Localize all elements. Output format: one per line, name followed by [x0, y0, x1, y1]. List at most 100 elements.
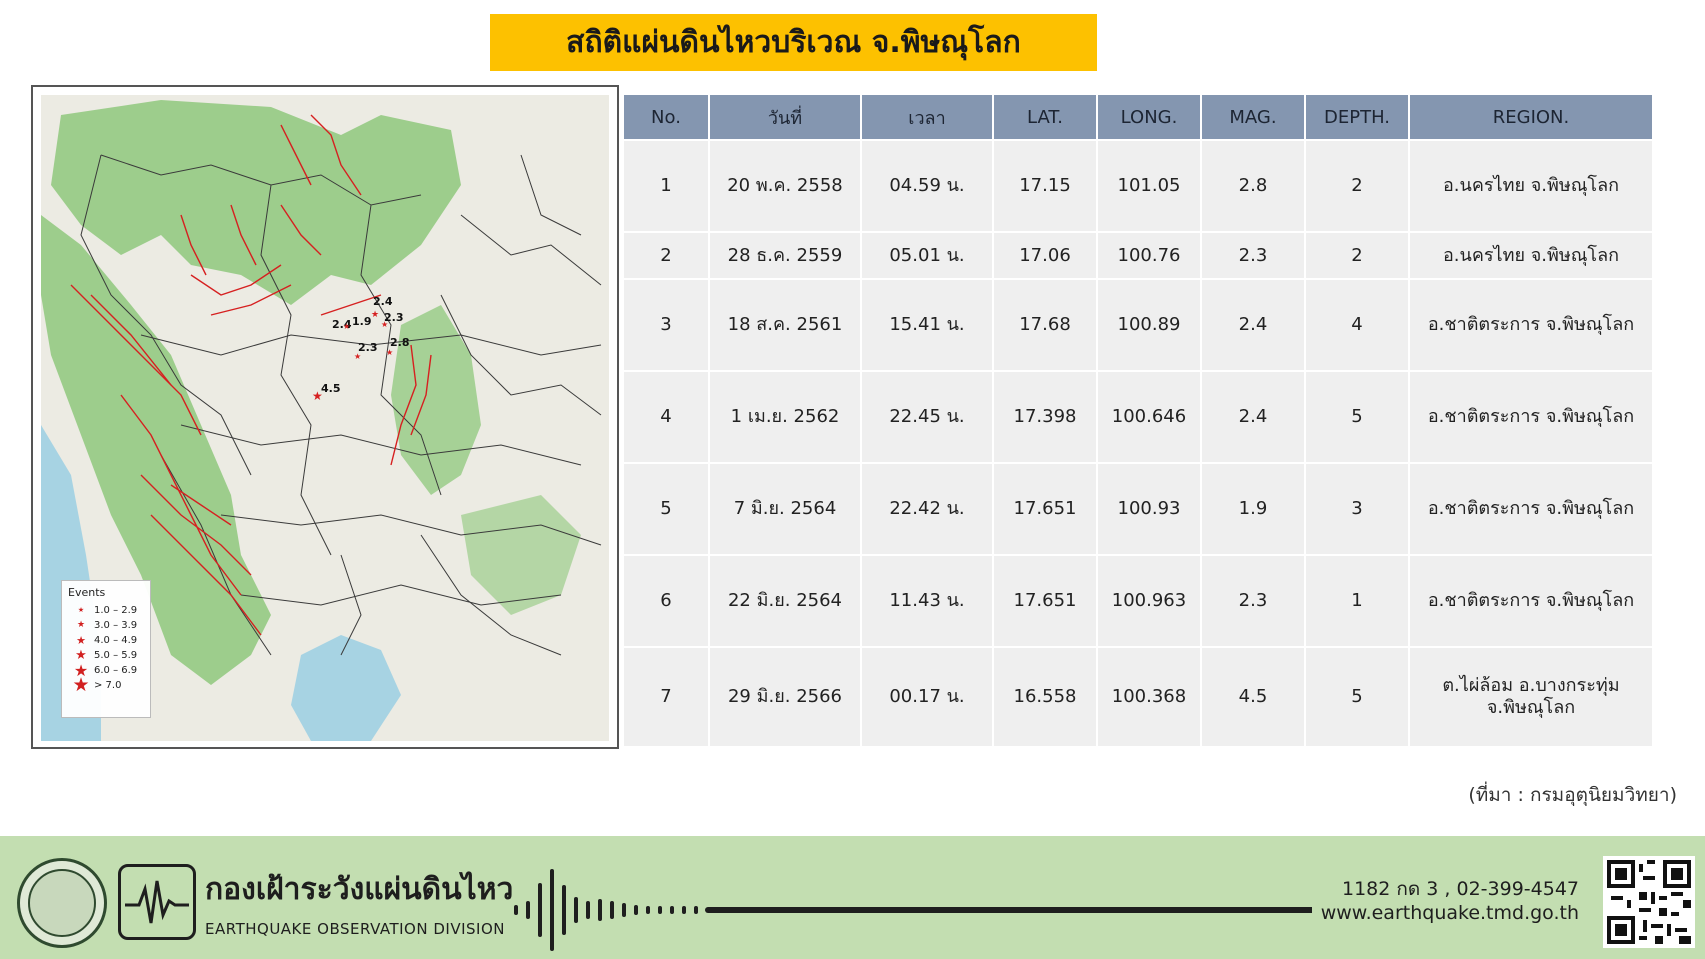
cell: 2 [624, 233, 708, 278]
cell: อ.ชาติตระการ จ.พิษณุโลก [1410, 372, 1652, 462]
column-header: No. [624, 95, 708, 139]
column-header: MAG. [1202, 95, 1304, 139]
cell: 7 [624, 648, 708, 746]
cell: อ.ชาติตระการ จ.พิษณุโลก [1410, 280, 1652, 370]
event-marker-star: ★ [381, 320, 388, 329]
cell: 17.398 [994, 372, 1096, 462]
cell: 22.45 น. [862, 372, 992, 462]
slide: สถิติแผ่นดินไหวบริเวณ จ.พิษณุโลก 2.4 2.4… [0, 0, 1705, 959]
cell: 2.3 [1202, 556, 1304, 646]
legend-item: ★ 4.0 – 4.9 [68, 633, 144, 648]
star-icon: ★ [77, 606, 85, 614]
cell: 100.646 [1098, 372, 1200, 462]
cell: 28 ธ.ค. 2559 [710, 233, 860, 278]
cell: 16.558 [994, 648, 1096, 746]
seismograph-logo-icon [118, 864, 196, 940]
legend-label: 6.0 – 6.9 [94, 665, 138, 676]
legend-label: 4.0 – 4.9 [94, 635, 138, 646]
website-link[interactable]: www.earthquake.tmd.go.th [1321, 902, 1579, 924]
cell: 5 [1306, 372, 1408, 462]
event-label: 2.4 [373, 295, 393, 308]
qr-code-icon [1607, 860, 1691, 944]
seismic-wave-decoration [514, 869, 1312, 951]
legend-title: Events [68, 586, 106, 599]
event-label: 1.9 [352, 315, 372, 328]
legend-label: 3.0 – 3.9 [94, 620, 138, 631]
cell: 2.8 [1202, 141, 1304, 231]
cell: 17.68 [994, 280, 1096, 370]
column-header: LAT. [994, 95, 1096, 139]
cell: 1 [1306, 556, 1408, 646]
cell: ต.ไผ่ล้อม อ.บางกระทุ่ม จ.พิษณุโลก [1410, 648, 1652, 746]
cell: 2.3 [1202, 233, 1304, 278]
cell: 4 [624, 372, 708, 462]
legend-label: 5.0 – 5.9 [94, 650, 138, 661]
cell: 18 ส.ค. 2561 [710, 280, 860, 370]
cell: 2.4 [1202, 280, 1304, 370]
cell: อ.นครไทย จ.พิษณุโลก [1410, 141, 1652, 231]
cell: อ.นครไทย จ.พิษณุโลก [1410, 233, 1652, 278]
qr-code[interactable] [1603, 856, 1695, 948]
seismic-map: 2.4 2.4 1.9 2.3 2.8 2.3 4.5 ★ ★ ★ ★ ★ ★ … [31, 85, 619, 749]
cell: 7 มิ.ย. 2564 [710, 464, 860, 554]
cell: 1 [624, 141, 708, 231]
event-marker-star: ★ [312, 389, 323, 403]
cell: 17.651 [994, 556, 1096, 646]
cell: 3 [1306, 464, 1408, 554]
contact-phone: 1182 กด 3 , 02-399-4547 [1342, 878, 1579, 900]
column-header: REGION. [1410, 95, 1652, 139]
cell: 20 พ.ค. 2558 [710, 141, 860, 231]
table-row: 3 18 ส.ค. 2561 15.41 น. 17.68 100.89 2.4… [624, 280, 1652, 370]
event-marker-star: ★ [371, 310, 379, 320]
cell: 2.4 [1202, 372, 1304, 462]
cell: 100.963 [1098, 556, 1200, 646]
legend-item: ★ 3.0 – 3.9 [68, 618, 144, 633]
table-row: 4 1 เม.ย. 2562 22.45 น. 17.398 100.646 2… [624, 372, 1652, 462]
star-icon: ★ [76, 620, 86, 630]
cell: 15.41 น. [862, 280, 992, 370]
tmd-seal-logo [17, 858, 107, 948]
cell: 4.5 [1202, 648, 1304, 746]
cell: 5 [1306, 648, 1408, 746]
cell: อ.ชาติตระการ จ.พิษณุโลก [1410, 464, 1652, 554]
slide-title: สถิติแผ่นดินไหวบริเวณ จ.พิษณุโลก [490, 14, 1097, 71]
map-legend: Events ★ 1.0 – 2.9 ★ 3.0 – 3.9 ★ 4.0 – 4.9 … [61, 580, 151, 718]
cell: 100.76 [1098, 233, 1200, 278]
division-name-thai: กองเฝ้าระวังแผ่นดินไหว [205, 872, 514, 907]
cell: 101.05 [1098, 141, 1200, 231]
cell: 6 [624, 556, 708, 646]
legend-item: ★ 1.0 – 2.9 [68, 603, 144, 618]
cell: 3 [624, 280, 708, 370]
seismograph-wave-icon [125, 880, 189, 924]
event-marker-star: ★ [386, 348, 393, 357]
table-row: 6 22 มิ.ย. 2564 11.43 น. 17.651 100.963 … [624, 556, 1652, 646]
table-row: 7 29 มิ.ย. 2566 00.17 น. 16.558 100.368 … [624, 648, 1652, 746]
division-name-english: EARTHQUAKE OBSERVATION DIVISION [205, 920, 505, 938]
cell: 05.01 น. [862, 233, 992, 278]
cell: อ.ชาติตระการ จ.พิษณุโลก [1410, 556, 1652, 646]
cell: 17.15 [994, 141, 1096, 231]
cell: 11.43 น. [862, 556, 992, 646]
table-row: 5 7 มิ.ย. 2564 22.42 น. 17.651 100.93 1.… [624, 464, 1652, 554]
event-marker-star: ★ [354, 352, 361, 361]
cell: 29 มิ.ย. 2566 [710, 648, 860, 746]
earthquake-table: No. วันที่ เวลา LAT. LONG. MAG. DEPTH. R… [622, 93, 1654, 748]
seal-emblem-icon [28, 869, 96, 937]
cell: 17.651 [994, 464, 1096, 554]
cell: 4 [1306, 280, 1408, 370]
cell: 04.59 น. [862, 141, 992, 231]
legend-item: ★ > 7.0 [68, 676, 144, 695]
cell: 100.93 [1098, 464, 1200, 554]
event-label: 4.5 [321, 382, 341, 395]
table-row: 2 28 ธ.ค. 2559 05.01 น. 17.06 100.76 2.3… [624, 233, 1652, 278]
cell: 17.06 [994, 233, 1096, 278]
star-icon: ★ [76, 634, 86, 647]
cell: 100.89 [1098, 280, 1200, 370]
cell: 2 [1306, 141, 1408, 231]
column-header: DEPTH. [1306, 95, 1408, 139]
cell: 2 [1306, 233, 1408, 278]
cell: 1.9 [1202, 464, 1304, 554]
legend-label: > 7.0 [94, 680, 122, 691]
cell: 1 เม.ย. 2562 [710, 372, 860, 462]
column-header: LONG. [1098, 95, 1200, 139]
